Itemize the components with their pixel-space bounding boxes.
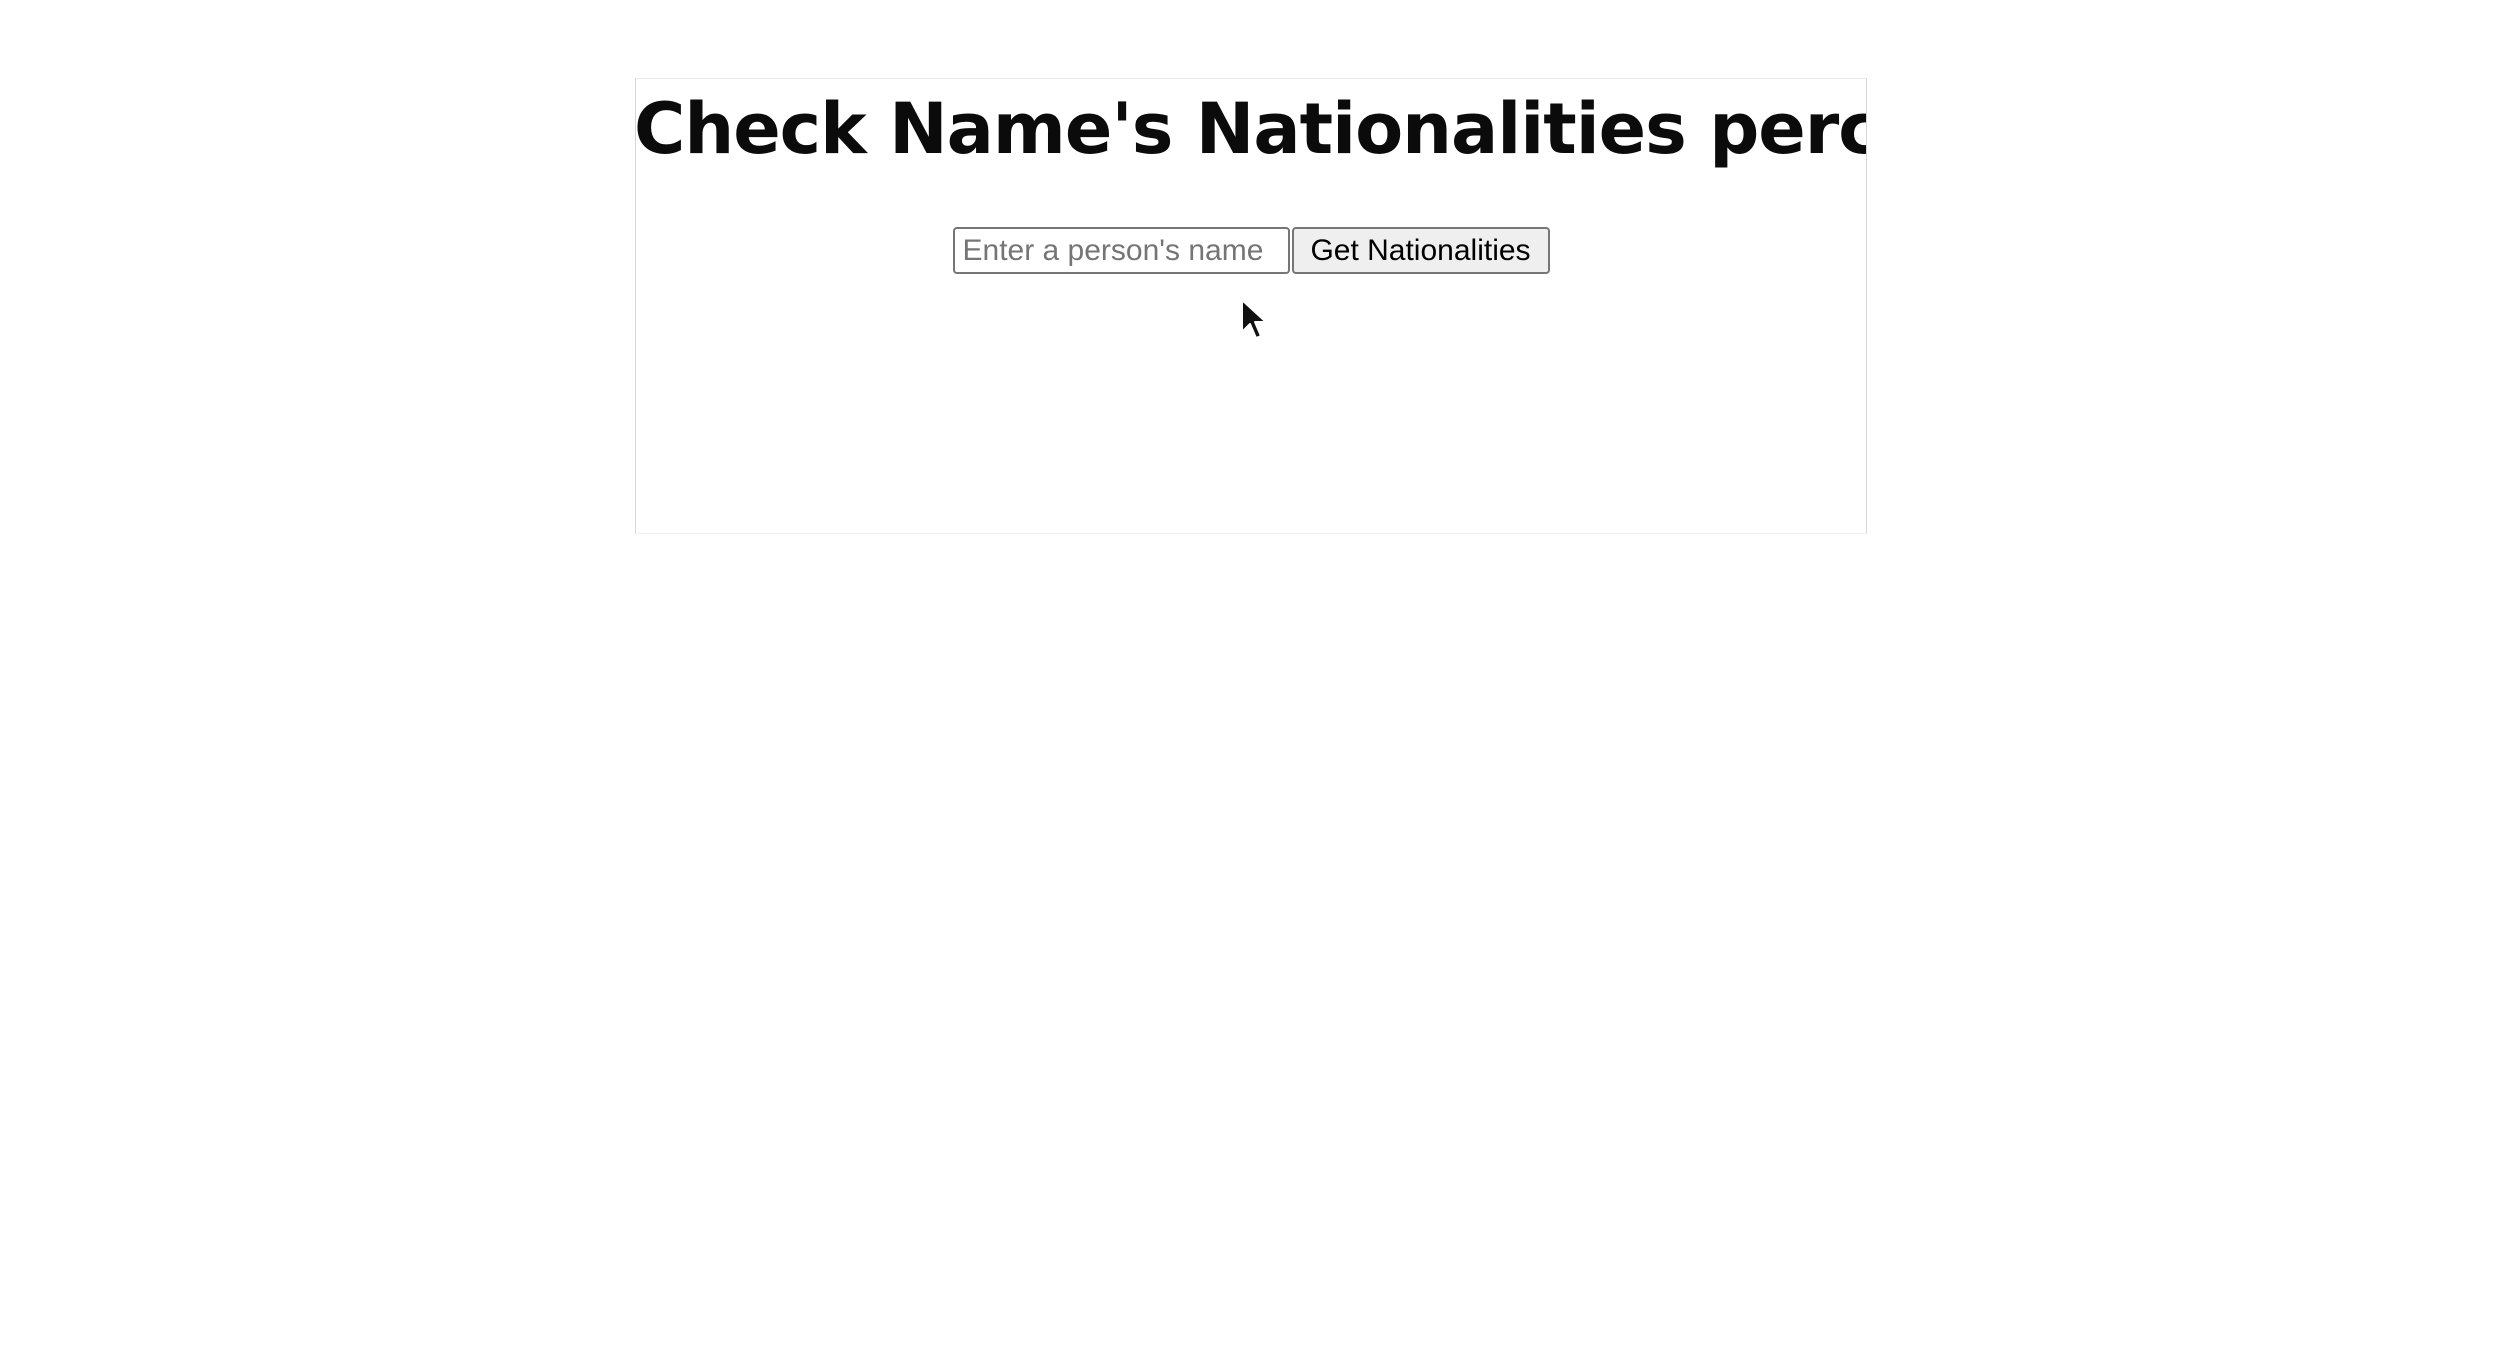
page-title: Check Name's Nationalities percent: [635, 88, 1866, 170]
nationality-search-form: Get Nationalities: [636, 227, 1866, 274]
name-input[interactable]: [952, 227, 1290, 274]
mouse-pointer-icon: [1241, 299, 1267, 339]
get-nationalities-button[interactable]: Get Nationalities: [1291, 227, 1550, 274]
